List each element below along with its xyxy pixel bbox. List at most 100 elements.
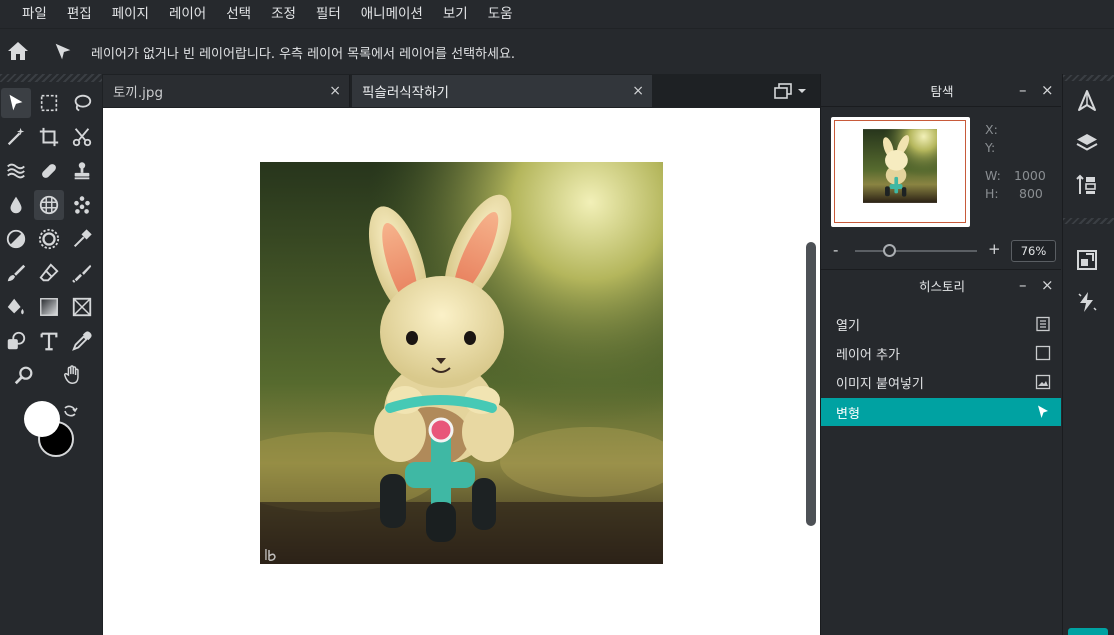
- cutout-tool-button[interactable]: [67, 122, 97, 152]
- menu-filter[interactable]: 필터: [306, 0, 351, 28]
- navigator-thumbnail: [863, 129, 937, 203]
- document-icon: [1036, 316, 1050, 332]
- tab-rabbit-jpg[interactable]: 토끼.jpg ×: [103, 75, 350, 107]
- text-icon: [40, 332, 58, 351]
- move-tool-button[interactable]: [1, 88, 31, 118]
- menu-layer[interactable]: 레이어: [159, 0, 216, 28]
- zoom-out-button[interactable]: -: [833, 241, 838, 259]
- marquee-tool-button[interactable]: [34, 88, 64, 118]
- scissors-icon: [72, 128, 92, 147]
- history-item-transform[interactable]: 변형: [821, 398, 1061, 426]
- frame-x-icon: [72, 297, 92, 317]
- shapes-icon: [7, 331, 26, 350]
- home-icon[interactable]: [6, 39, 30, 63]
- shape-tool-button[interactable]: [67, 292, 97, 322]
- menu-adjust[interactable]: 조정: [261, 0, 306, 28]
- history-item-label: 이미지 붙여넣기: [836, 376, 924, 392]
- x-label: X:: [985, 122, 998, 137]
- options-bar: 레이어가 없거나 빈 레이어랍니다. 우측 레이어 목록에서 레이어를 선택하세…: [0, 28, 1114, 74]
- chevron-down-icon: [798, 89, 806, 93]
- text-tool-button[interactable]: [34, 326, 64, 356]
- rabbit-thumbnail: [863, 129, 937, 203]
- height-label: H:: [985, 186, 999, 201]
- pointer-icon: [1038, 405, 1048, 418]
- navigator-toggle-icon[interactable]: [1075, 89, 1099, 113]
- swap-colors-icon[interactable]: [62, 403, 78, 419]
- color-replace-tool-button[interactable]: [67, 258, 97, 288]
- quick-actions-icon[interactable]: [1075, 290, 1099, 314]
- menu-edit[interactable]: 편집: [57, 0, 102, 28]
- paint-bucket-icon: [7, 298, 24, 315]
- document-tabs: 토끼.jpg × 픽슬러식작하기 ×: [103, 75, 820, 107]
- menu-view[interactable]: 보기: [433, 0, 478, 28]
- navigator-minimize-button[interactable]: –: [1019, 81, 1027, 99]
- grid-sphere-icon: [39, 195, 59, 215]
- svg-text:l: l: [264, 548, 268, 564]
- scatter-tool-button[interactable]: [67, 190, 97, 220]
- zoom-in-button[interactable]: +: [988, 240, 1001, 258]
- lasso-icon: [74, 94, 92, 112]
- menu-select[interactable]: 선택: [216, 0, 261, 28]
- marquee-icon: [40, 94, 58, 112]
- history-item-paste-image[interactable]: 이미지 붙여넣기: [821, 368, 1061, 396]
- half-circle-icon: [6, 229, 26, 249]
- tab-close-button[interactable]: ×: [329, 83, 341, 99]
- history-item-add-layer[interactable]: 레이어 추가: [821, 339, 1061, 367]
- brush-tool-button[interactable]: [1, 258, 31, 288]
- clone-stamp-tool-button[interactable]: [67, 156, 97, 186]
- zoom-slider-handle[interactable]: [883, 244, 896, 257]
- blur-tool-button[interactable]: [1, 190, 31, 220]
- smudge-tool-button[interactable]: [67, 224, 97, 254]
- eyedropper-icon: [72, 331, 92, 351]
- accent-button[interactable]: [1068, 628, 1108, 635]
- dodge-burn-tool-button[interactable]: [1, 224, 31, 254]
- menu-animation[interactable]: 애니메이션: [351, 0, 433, 28]
- navigator-header: 탐색 – ×: [821, 74, 1063, 106]
- history-header: 히스토리 – ×: [821, 269, 1063, 301]
- tab-pixlr-start[interactable]: 픽슬러식작하기 ×: [352, 75, 652, 107]
- pixelate-tool-button[interactable]: [34, 190, 64, 220]
- canvas-image[interactable]: l: [260, 162, 663, 564]
- history-item-label: 변형: [836, 406, 860, 422]
- layers-toggle-icon[interactable]: [1075, 131, 1099, 155]
- menu-file[interactable]: 파일: [12, 0, 57, 28]
- move-tool-icon: [55, 43, 71, 60]
- history-item-label: 레이어 추가: [836, 347, 900, 363]
- zoom-slider-track[interactable]: [855, 250, 977, 252]
- divider: [821, 269, 1061, 270]
- dots-icon: [74, 196, 90, 214]
- history-minimize-button[interactable]: –: [1019, 276, 1027, 294]
- hand-tool-button[interactable]: [58, 360, 88, 390]
- lasso-tool-button[interactable]: [67, 88, 97, 118]
- zoom-value-field[interactable]: 76%: [1011, 240, 1056, 262]
- eraser-icon: [39, 263, 59, 282]
- zoom-tool-button[interactable]: [9, 360, 39, 390]
- tab-close-button[interactable]: ×: [632, 83, 644, 99]
- rabbit-photo: l: [260, 162, 663, 564]
- panel-grip[interactable]: [0, 74, 102, 82]
- height-value: 800: [1019, 186, 1043, 201]
- arrange-windows-button[interactable]: [773, 81, 813, 101]
- history-item-open[interactable]: 열기: [821, 310, 1061, 338]
- expand-toggle-icon[interactable]: [1075, 248, 1099, 272]
- gradient-tool-button[interactable]: [34, 292, 64, 322]
- fill-tool-button[interactable]: [1, 292, 31, 322]
- color-picker-tool-button[interactable]: [67, 326, 97, 356]
- eraser-tool-button[interactable]: [34, 258, 64, 288]
- liquify-tool-button[interactable]: [1, 156, 31, 186]
- shapes-tool-button[interactable]: [1, 326, 31, 356]
- history-toggle-icon[interactable]: [1075, 173, 1099, 197]
- navigator-close-button[interactable]: ×: [1041, 81, 1054, 99]
- menu-page[interactable]: 페이지: [102, 0, 159, 28]
- foreground-color-swatch[interactable]: [24, 401, 60, 437]
- crop-tool-button[interactable]: [34, 122, 64, 152]
- strip-grip[interactable]: [1063, 75, 1114, 81]
- history-close-button[interactable]: ×: [1041, 276, 1054, 294]
- sponge-tool-button[interactable]: [34, 224, 64, 254]
- magic-wand-tool-button[interactable]: [1, 122, 31, 152]
- heal-tool-button[interactable]: [34, 156, 64, 186]
- dropper-pen-icon: [73, 229, 92, 248]
- strip-grip[interactable]: [1063, 218, 1114, 224]
- menu-help[interactable]: 도움: [478, 0, 523, 28]
- vertical-scrollbar[interactable]: [806, 242, 816, 526]
